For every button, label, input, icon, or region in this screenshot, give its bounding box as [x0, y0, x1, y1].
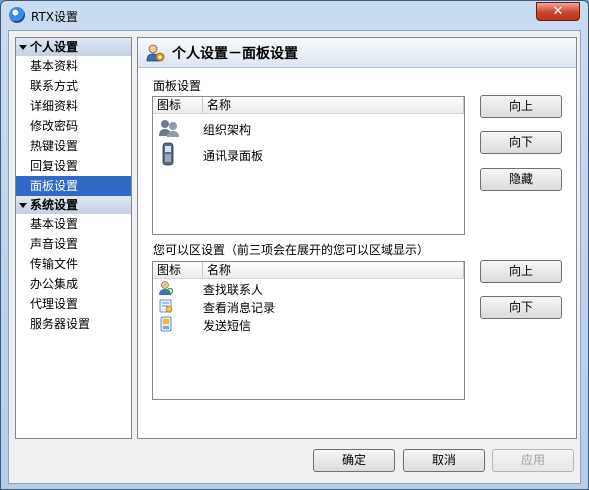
nav-item-office[interactable]: 办公集成	[16, 274, 131, 294]
org-structure-icon	[159, 120, 179, 137]
panel-move-down-button[interactable]: 向下	[480, 131, 562, 154]
close-button[interactable]: ✕	[536, 2, 580, 21]
page-title: 个人设置－面板设置	[172, 46, 298, 62]
panel-list[interactable]: 图标 名称 组织架构 通讯录面板	[152, 96, 465, 235]
list-item-name: 查找联系人	[203, 283, 264, 297]
list-item-name: 查看消息记录	[203, 301, 276, 315]
nav-group-personal[interactable]: 个人设置	[16, 38, 131, 56]
zone-list[interactable]: 图标 名称 查找联系人 查看消息记录 发送短信	[152, 261, 465, 400]
zone-move-up-button[interactable]: 向上	[480, 260, 562, 283]
column-header-icon[interactable]: 图标	[153, 97, 203, 113]
zone-move-down-button[interactable]: 向下	[480, 296, 562, 319]
ok-button[interactable]: 确定	[313, 449, 395, 472]
column-header-name[interactable]: 名称	[203, 262, 464, 278]
rtx-app-icon	[9, 7, 25, 23]
list-header: 图标 名称	[153, 97, 464, 114]
cancel-button[interactable]: 取消	[403, 449, 485, 472]
apply-button[interactable]: 应用	[492, 449, 574, 472]
nav-group-label: 个人设置	[30, 40, 79, 54]
user-settings-icon	[146, 44, 165, 62]
nav-item-proxy[interactable]: 代理设置	[16, 294, 131, 314]
nav-group-system[interactable]: 系统设置	[16, 196, 131, 214]
find-contact-icon	[159, 281, 174, 295]
list-item[interactable]: 组织架构	[153, 114, 464, 140]
list-item[interactable]: 查看消息记录	[153, 297, 464, 315]
list-item[interactable]: 通讯录面板	[153, 140, 464, 166]
collapse-arrow-icon	[19, 45, 27, 50]
nav-item-reply[interactable]: 回复设置	[16, 156, 131, 176]
nav-item-contact[interactable]: 联系方式	[16, 76, 131, 96]
list-item[interactable]: 发送短信	[153, 315, 464, 333]
panel-section-label: 面板设置	[153, 79, 202, 93]
send-sms-icon	[160, 316, 172, 332]
title-bar[interactable]: RTX设置 ✕	[1, 1, 588, 29]
nav-item-details[interactable]: 详细资料	[16, 96, 131, 116]
settings-nav: 个人设置 基本资料 联系方式 详细资料 修改密码 热键设置 回复设置 面板设置 …	[15, 37, 132, 439]
column-header-name[interactable]: 名称	[203, 97, 464, 113]
list-item-name: 发送短信	[203, 319, 252, 333]
nav-item-basic-info[interactable]: 基本资料	[16, 56, 131, 76]
nav-item-change-password[interactable]: 修改密码	[16, 116, 131, 136]
list-item[interactable]: 查找联系人	[153, 279, 464, 297]
nav-item-file-transfer[interactable]: 传输文件	[16, 254, 131, 274]
panel-move-up-button[interactable]: 向上	[480, 95, 562, 118]
nav-item-panel[interactable]: 面板设置	[16, 176, 131, 196]
list-item-name: 组织架构	[203, 123, 252, 137]
client-area: 个人设置 基本资料 联系方式 详细资料 修改密码 热键设置 回复设置 面板设置 …	[8, 30, 581, 484]
page-header: 个人设置－面板设置	[138, 38, 576, 68]
panel-settings-page: 个人设置－面板设置 面板设置 图标 名称 组织架构 通讯录面板 向上 向下 隐藏…	[137, 37, 577, 439]
message-history-icon	[159, 299, 173, 313]
list-item-name: 通讯录面板	[203, 149, 264, 163]
column-header-icon[interactable]: 图标	[153, 262, 203, 278]
nav-group-label: 系统设置	[30, 198, 79, 212]
nav-item-sound[interactable]: 声音设置	[16, 234, 131, 254]
zone-section-label: 您可以区设置（前三项会在展开的您可以区域显示）	[153, 243, 430, 257]
collapse-arrow-icon	[19, 203, 27, 208]
list-header: 图标 名称	[153, 262, 464, 279]
nav-item-server[interactable]: 服务器设置	[16, 314, 131, 334]
window-title: RTX设置	[31, 10, 79, 24]
panel-hide-button[interactable]: 隐藏	[480, 168, 562, 191]
phone-book-icon	[162, 142, 174, 166]
nav-item-hotkeys[interactable]: 热键设置	[16, 136, 131, 156]
settings-window: RTX设置 ✕ 个人设置 基本资料 联系方式 详细资料 修改密码 热键设置 回复…	[0, 0, 589, 490]
nav-item-basic-settings[interactable]: 基本设置	[16, 214, 131, 234]
